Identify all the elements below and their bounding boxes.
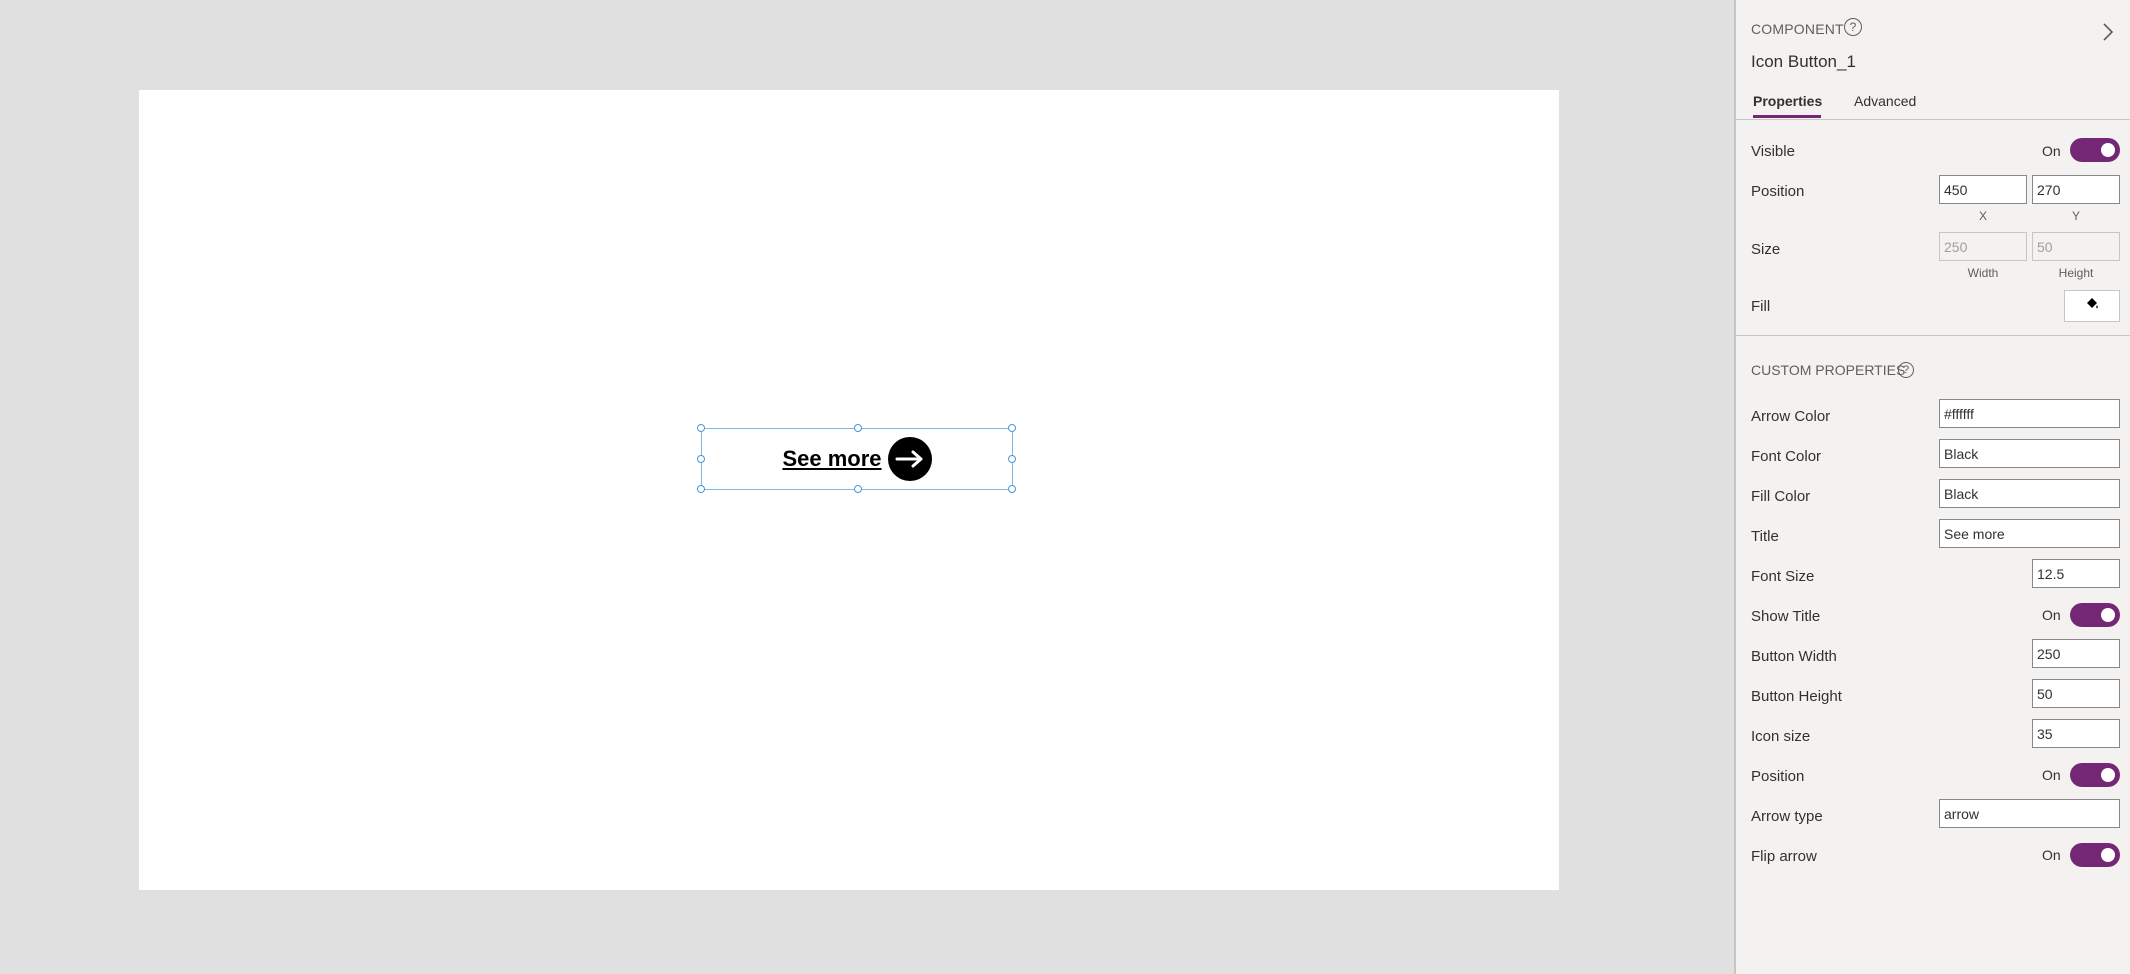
arrow-icon bbox=[887, 437, 932, 481]
resize-handle-top[interactable] bbox=[854, 424, 862, 432]
position-label: Position bbox=[1751, 183, 1805, 200]
paint-bucket-icon bbox=[2084, 296, 2100, 317]
button-title: See more bbox=[782, 446, 882, 471]
section-label: COMPONENT bbox=[1751, 21, 1844, 37]
fill-color-input[interactable] bbox=[1939, 479, 2120, 508]
icon-button-component[interactable]: See more bbox=[697, 424, 1016, 493]
fill-color-picker[interactable] bbox=[2064, 290, 2120, 322]
divider bbox=[1736, 119, 2130, 120]
width-label: Width bbox=[1967, 266, 1999, 280]
resize-handle-bottom-right[interactable] bbox=[1008, 485, 1016, 493]
flip-arrow-state-text: On bbox=[2042, 847, 2061, 863]
position-x-input[interactable] bbox=[1939, 175, 2027, 204]
fill-color-label: Fill Color bbox=[1751, 488, 1811, 505]
show-title-toggle[interactable] bbox=[2070, 603, 2120, 627]
visible-label: Visible bbox=[1751, 143, 1795, 160]
resize-handle-bottom[interactable] bbox=[854, 485, 862, 493]
divider bbox=[1736, 335, 2130, 336]
arrow-color-label: Arrow Color bbox=[1751, 408, 1831, 425]
button-height-input[interactable] bbox=[2032, 679, 2120, 708]
y-label: Y bbox=[2071, 209, 2080, 223]
show-title-label: Show Title bbox=[1751, 608, 1821, 625]
flip-arrow-toggle[interactable] bbox=[2070, 843, 2120, 867]
show-title-state-text: On bbox=[2042, 607, 2061, 623]
custom-position-state-text: On bbox=[2042, 767, 2061, 783]
flip-arrow-label: Flip arrow bbox=[1751, 848, 1817, 865]
custom-position-toggle[interactable] bbox=[2070, 763, 2120, 787]
resize-handle-bottom-left[interactable] bbox=[697, 485, 705, 493]
resize-handle-top-left[interactable] bbox=[697, 424, 705, 432]
icon-size-label: Icon size bbox=[1751, 728, 1811, 745]
tab-properties[interactable]: Properties bbox=[1753, 93, 1822, 109]
size-height-input[interactable] bbox=[2032, 232, 2120, 261]
size-width-input[interactable] bbox=[1939, 232, 2027, 261]
visible-state-text: On bbox=[2042, 143, 2061, 159]
position-y-input[interactable] bbox=[2032, 175, 2120, 204]
font-size-input[interactable] bbox=[2032, 559, 2120, 588]
arrow-color-input[interactable] bbox=[1939, 399, 2120, 428]
size-label: Size bbox=[1751, 241, 1781, 258]
font-color-label: Font Color bbox=[1751, 448, 1822, 465]
title-input[interactable] bbox=[1939, 519, 2120, 548]
font-size-label: Font Size bbox=[1751, 568, 1815, 585]
canvas-area[interactable]: See more bbox=[0, 0, 1734, 974]
visible-toggle[interactable] bbox=[2070, 138, 2120, 162]
button-width-input[interactable] bbox=[2032, 639, 2120, 668]
x-label: X bbox=[1978, 209, 1987, 223]
tab-advanced[interactable]: Advanced bbox=[1854, 93, 1916, 109]
resize-handle-right[interactable] bbox=[1008, 455, 1016, 463]
resize-handle-top-right[interactable] bbox=[1008, 424, 1016, 432]
resize-handle-left[interactable] bbox=[697, 455, 705, 463]
button-height-label: Button Height bbox=[1751, 688, 1842, 705]
custom-properties-label: CUSTOM PROPERTIES bbox=[1751, 362, 1906, 378]
font-color-input[interactable] bbox=[1939, 439, 2120, 468]
screen-artboard[interactable]: See more bbox=[139, 90, 1559, 890]
component-name: Icon Button_1 bbox=[1751, 52, 1856, 71]
icon-size-input[interactable] bbox=[2032, 719, 2120, 748]
title-label: Title bbox=[1751, 528, 1779, 545]
custom-position-label: Position bbox=[1751, 768, 1805, 785]
help-icon[interactable]: ? bbox=[1898, 362, 1914, 378]
active-tab-indicator bbox=[1753, 115, 1821, 118]
height-label: Height bbox=[2058, 266, 2094, 280]
fill-label: Fill bbox=[1751, 298, 1771, 315]
icon-button-content[interactable]: See more bbox=[702, 429, 1012, 489]
button-width-label: Button Width bbox=[1751, 648, 1837, 665]
chevron-right-icon[interactable] bbox=[2102, 22, 2114, 47]
arrow-type-label: Arrow type bbox=[1751, 808, 1823, 825]
arrow-type-input[interactable] bbox=[1939, 799, 2120, 828]
help-icon[interactable]: ? bbox=[1844, 18, 1862, 36]
properties-panel: COMPONENT ? Icon Button_1 Properties Adv… bbox=[1734, 0, 2130, 974]
